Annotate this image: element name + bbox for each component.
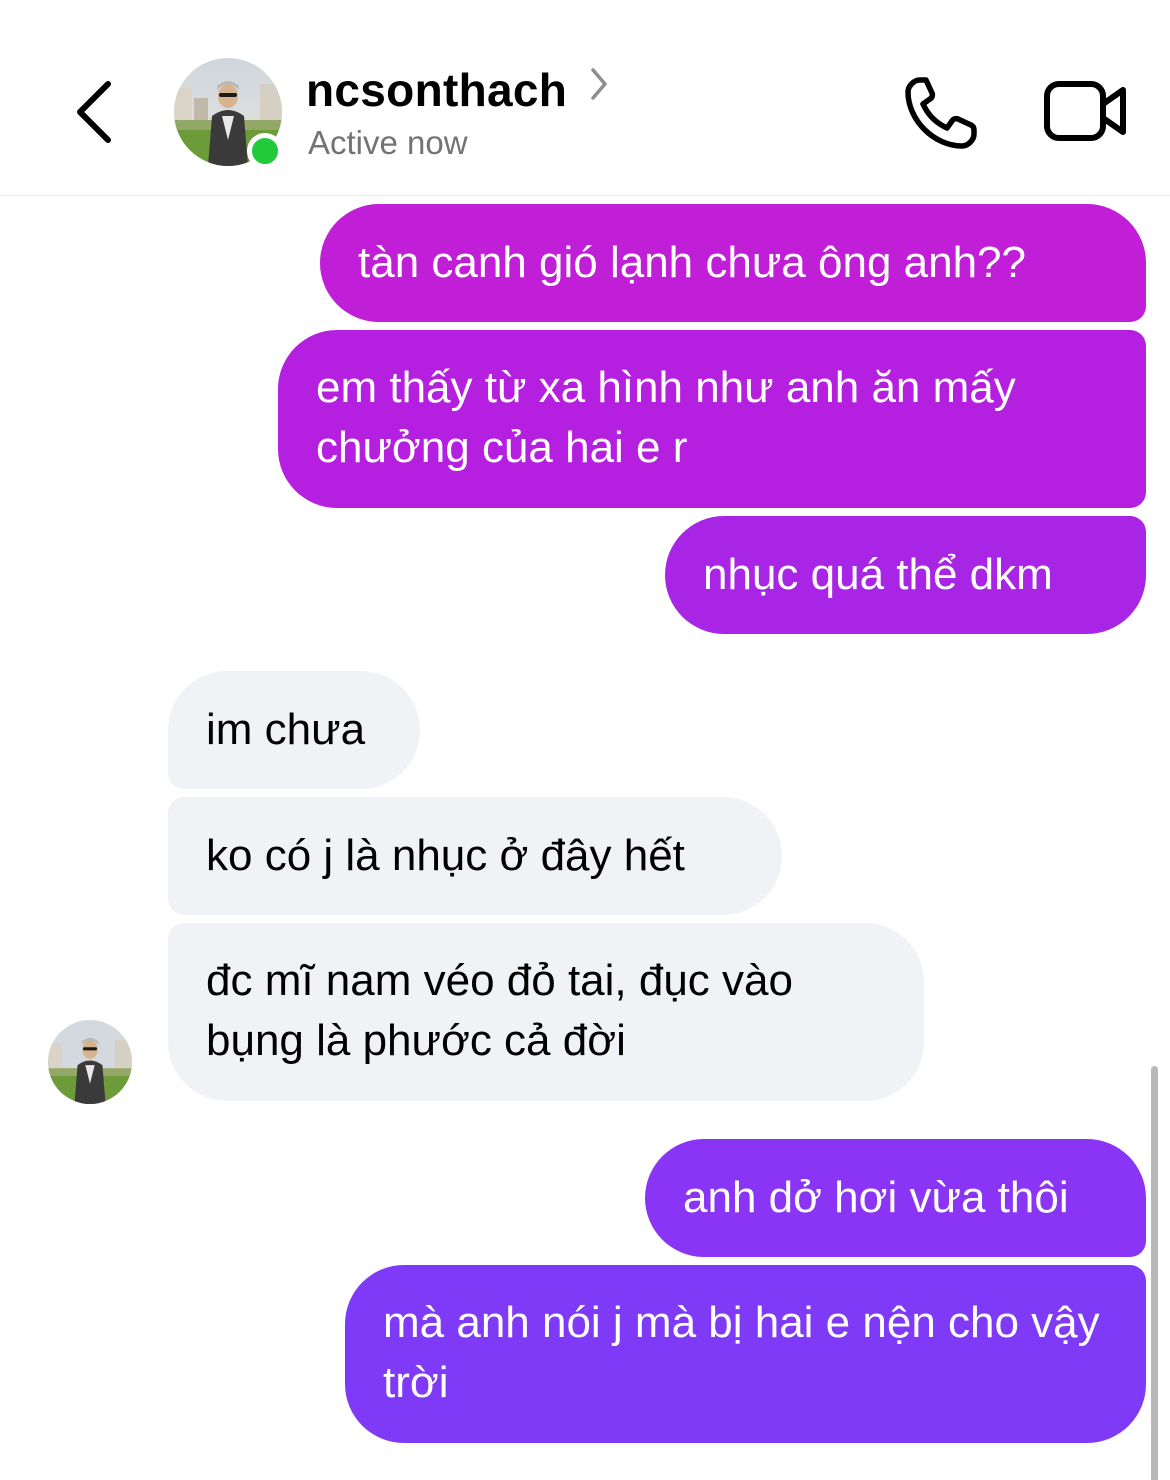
outgoing-message[interactable]: tàn canh gió lạnh chưa ông anh?? (320, 204, 1146, 322)
message-text: ko có j là nhục ở đây hết (206, 831, 685, 880)
sender-avatar[interactable] (48, 1020, 132, 1104)
message-text: nhục quá thể dkm (703, 550, 1053, 599)
video-call-button[interactable] (1042, 76, 1128, 146)
chevron-right-icon (591, 68, 607, 100)
scrollbar[interactable] (1151, 1066, 1158, 1480)
outgoing-message[interactable]: mà anh nói j mà bị hai e nện cho vậy trờ… (345, 1265, 1146, 1443)
message-list[interactable]: tàn canh gió lạnh chưa ông anh?? em thấy… (0, 196, 1170, 1480)
video-camera-icon (1044, 81, 1126, 141)
back-button[interactable] (62, 70, 132, 154)
message-text: mà anh nói j mà bị hai e nện cho vậy trờ… (383, 1298, 1100, 1407)
message-text: đc mĩ nam véo đỏ tai, đục vào bụng là ph… (206, 956, 793, 1065)
dm-thread-screen: ncsonthach Active now tàn canh gió lạnh … (0, 0, 1170, 1480)
audio-call-button[interactable] (900, 74, 984, 152)
outgoing-message[interactable]: anh dở hơi vừa thôi (645, 1139, 1146, 1257)
outgoing-message[interactable]: nhục quá thể dkm (665, 516, 1146, 634)
outgoing-message[interactable]: em thấy từ xa hình như anh ăn mấy chưởng… (278, 330, 1146, 508)
chat-header: ncsonthach Active now (0, 0, 1170, 196)
message-text: anh dở hơi vừa thôi (683, 1173, 1069, 1222)
profile-photo (48, 1020, 132, 1104)
message-text: tàn canh gió lạnh chưa ông anh?? (358, 238, 1026, 287)
active-status: Active now (308, 124, 468, 161)
online-status-dot (247, 133, 283, 169)
incoming-message[interactable]: đc mĩ nam véo đỏ tai, đục vào bụng là ph… (168, 923, 924, 1101)
profile-link[interactable]: ncsonthach (306, 60, 609, 120)
chevron-left-icon (77, 81, 111, 143)
message-text: im chưa (206, 705, 366, 754)
phone-icon (905, 77, 977, 149)
username: ncsonthach (306, 64, 568, 116)
incoming-message[interactable]: im chưa (168, 671, 420, 789)
incoming-message[interactable]: ko có j là nhục ở đây hết (168, 797, 782, 915)
message-text: em thấy từ xa hình như anh ăn mấy chưởng… (316, 363, 1016, 472)
